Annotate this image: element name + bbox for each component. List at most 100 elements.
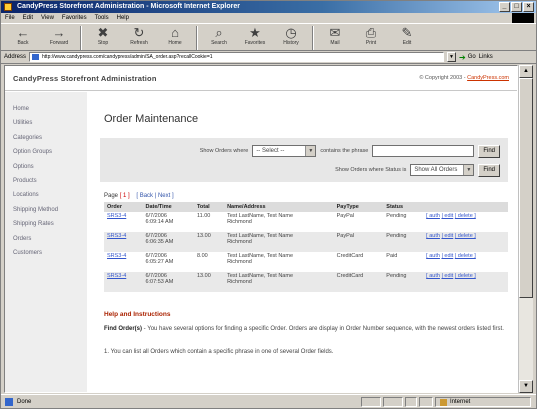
- search-button[interactable]: ⌕ Search: [201, 24, 237, 51]
- find-status-button[interactable]: Find: [478, 163, 500, 177]
- contains-label: contains the phrase: [320, 148, 369, 154]
- favorites-button[interactable]: ★ Favorites: [237, 24, 273, 51]
- order-name-address: Test LastName, Test Name Richmond: [224, 272, 334, 292]
- order-id-link[interactable]: SRS3-4: [104, 232, 143, 252]
- status-select-value: Show All Orders: [414, 167, 458, 173]
- minimize-button[interactable]: _: [499, 2, 510, 12]
- menu-edit[interactable]: Edit: [23, 13, 33, 23]
- browser-window: CandyPress Storefront Administration - M…: [0, 0, 537, 409]
- order-time: 6:09:14 AM: [145, 219, 174, 225]
- next-page-link[interactable]: Next ]: [158, 193, 174, 199]
- print-button[interactable]: ⎙ Print: [353, 24, 389, 51]
- brand-title: CandyPress Storefront Administration: [13, 73, 157, 83]
- nav-item-options[interactable]: Options: [5, 160, 87, 174]
- nav-item-shipping-method[interactable]: Shipping Method: [5, 203, 87, 217]
- edit-link[interactable]: | edit: [441, 253, 453, 259]
- menu-file[interactable]: File: [5, 13, 15, 23]
- favorites-icon: ★: [249, 25, 261, 40]
- auth-link[interactable]: [ auth: [426, 213, 440, 219]
- edit-label: Edit: [402, 40, 412, 46]
- scroll-up-button[interactable]: ▲: [519, 65, 533, 78]
- links-button[interactable]: Links: [479, 54, 493, 60]
- edit-button[interactable]: ✎ Edit: [389, 24, 425, 51]
- auth-link[interactable]: [ auth: [426, 233, 440, 239]
- close-button[interactable]: ×: [523, 2, 534, 12]
- order-address: Richmond: [227, 239, 252, 245]
- nav-item-utilities[interactable]: Utilities: [5, 116, 87, 130]
- toolbar-separator: [80, 26, 82, 50]
- delete-link[interactable]: | delete ]: [455, 253, 476, 259]
- vertical-scrollbar[interactable]: ▲ ▼: [518, 65, 533, 393]
- edit-icon: ✎: [401, 25, 413, 40]
- nav-item-orders[interactable]: Orders: [5, 232, 87, 246]
- security-zone: Internet: [435, 397, 531, 407]
- address-url: http://www.candypress.com/candypress/adm…: [42, 54, 213, 60]
- order-total: 11.00: [196, 213, 211, 219]
- nav-item-categories[interactable]: Categories: [5, 131, 87, 145]
- nav-item-option-groups[interactable]: Option Groups: [5, 145, 87, 159]
- delete-link[interactable]: | delete ]: [455, 273, 476, 279]
- history-label: History: [283, 40, 299, 46]
- menu-help[interactable]: Help: [117, 13, 129, 23]
- scroll-thumb[interactable]: [519, 78, 533, 298]
- status-select[interactable]: Show All Orders ▼: [410, 164, 475, 176]
- col-status: Status: [383, 202, 424, 212]
- order-id-link[interactable]: SRS3-4: [104, 252, 142, 272]
- table-row: SRS3-4 6/7/2006 6:06:35 AM 13.00 Test Las…: [104, 232, 508, 252]
- edit-link[interactable]: | edit: [441, 213, 453, 219]
- order-paytype: CreditCard: [333, 272, 384, 292]
- table-row: SRS3-4 6/7/2006 6:05:27 AM 8.00 Test Last…: [104, 252, 508, 272]
- order-name-address: Test LastName, Test Name Richmond: [224, 252, 334, 272]
- nav-item-shipping-rates[interactable]: Shipping Rates: [5, 217, 87, 231]
- filter-row-phrase: Show Orders where -- Select -- ▼ contain…: [200, 144, 500, 158]
- order-paytype: CreditCard: [336, 253, 364, 259]
- mail-button[interactable]: ✉ Mail: [317, 24, 353, 51]
- order-address: Richmond: [227, 279, 252, 285]
- field-select[interactable]: -- Select -- ▼: [252, 145, 317, 157]
- auth-link[interactable]: [ auth: [426, 273, 440, 279]
- address-input[interactable]: http://www.candypress.com/candypress/adm…: [29, 52, 445, 62]
- forward-button[interactable]: → Forward: [41, 24, 77, 51]
- scroll-down-button[interactable]: ▼: [519, 380, 533, 393]
- menu-favorites[interactable]: Favorites: [62, 13, 87, 23]
- maximize-button[interactable]: □: [511, 2, 522, 12]
- phrase-input[interactable]: [372, 145, 475, 157]
- order-id-link[interactable]: SRS3-4: [104, 272, 143, 292]
- edit-link[interactable]: | edit: [441, 233, 453, 239]
- refresh-button[interactable]: ↻ Refresh: [121, 24, 157, 51]
- delete-link[interactable]: | delete ]: [455, 213, 476, 219]
- menu-tools[interactable]: Tools: [95, 13, 109, 23]
- page-viewport: CandyPress Storefront Administration © C…: [4, 65, 518, 393]
- order-id-link[interactable]: SRS3-4: [104, 212, 142, 232]
- search-icon: ⌕: [215, 25, 223, 40]
- home-button[interactable]: ⌂ Home: [157, 24, 193, 51]
- order-time: 6:07:53 AM: [145, 279, 174, 285]
- col-actions: [423, 202, 508, 212]
- stop-button[interactable]: ✖ Stop: [85, 24, 121, 51]
- nav-item-products[interactable]: Products: [5, 174, 87, 188]
- table-row: SRS3-4 6/7/2006 6:09:14 AM 11.00 Test Las…: [104, 212, 508, 232]
- history-button[interactable]: ◷ History: [273, 24, 309, 51]
- delete-link[interactable]: | delete ]: [455, 233, 476, 239]
- order-status: Paid: [386, 253, 398, 259]
- back-button[interactable]: ← Back: [5, 24, 41, 51]
- nav-item-customers[interactable]: Customers: [5, 246, 87, 260]
- menu-view[interactable]: View: [41, 13, 54, 23]
- nav-item-locations[interactable]: Locations: [5, 188, 87, 202]
- nav-item-home[interactable]: Home: [5, 102, 87, 116]
- back-page-link[interactable]: [ Back |: [136, 193, 156, 199]
- help-find-heading: Find Order(s): [104, 326, 143, 332]
- menu-bar: File Edit View Favorites Tools Help: [1, 13, 536, 23]
- back-arrow-icon: ←: [16, 25, 30, 40]
- auth-link[interactable]: [ auth: [426, 253, 440, 259]
- edit-link[interactable]: | edit: [441, 273, 453, 279]
- order-time: 6:06:35 AM: [145, 239, 174, 245]
- go-button[interactable]: ➔ Go: [459, 53, 476, 62]
- address-dropdown-button[interactable]: ▼: [447, 52, 457, 62]
- help-title: Help and Instructions: [104, 311, 171, 318]
- windows-logo-icon: [512, 13, 534, 23]
- show-orders-label: Show Orders where: [199, 148, 249, 154]
- find-button[interactable]: Find: [478, 144, 500, 158]
- copyright-link[interactable]: CandyPress.com: [467, 75, 509, 81]
- order-actions: [ auth | edit | delete ]: [423, 272, 508, 292]
